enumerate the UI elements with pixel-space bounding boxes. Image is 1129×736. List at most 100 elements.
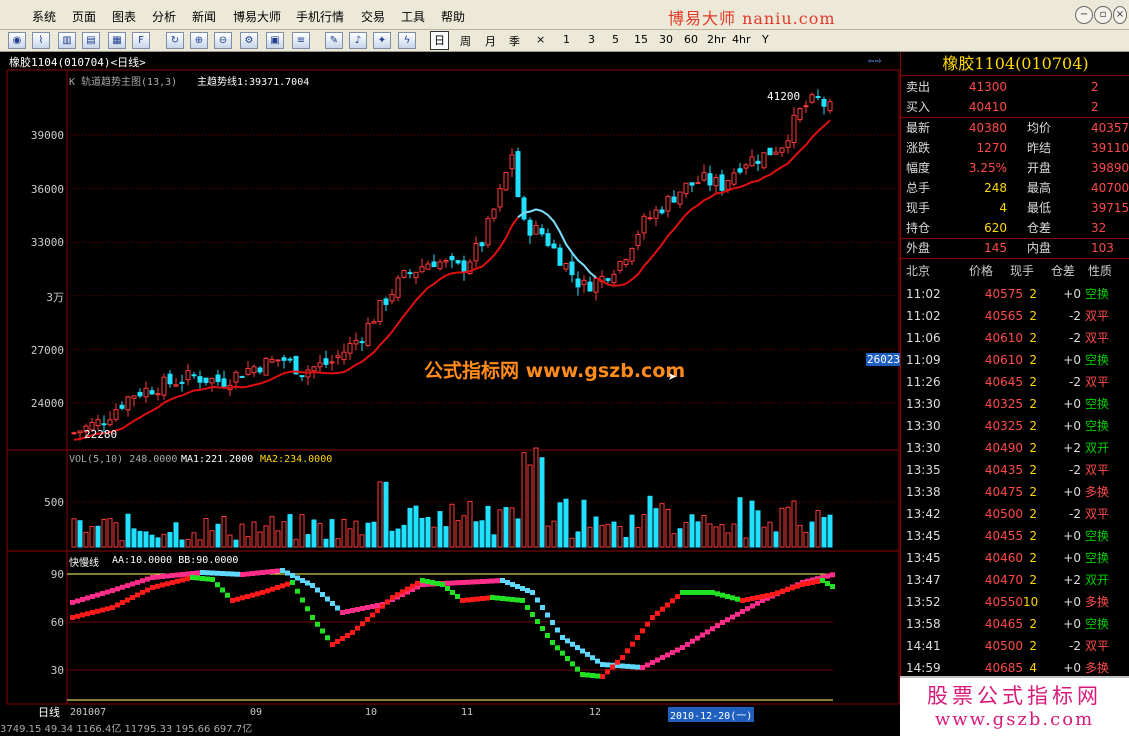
period-30min[interactable]: 30	[659, 33, 673, 46]
menu-item-page[interactable]: 页面	[72, 8, 96, 25]
trade-row[interactable]: 11:02 40565 2 -2 双平	[901, 305, 1129, 327]
refresh-icon[interactable]: ↻	[166, 32, 184, 49]
chart-canvas[interactable]	[0, 52, 900, 736]
alarm-icon[interactable]: ♪	[349, 32, 367, 49]
trade-type: 双平	[1085, 375, 1110, 389]
trade-row[interactable]: 13:30 40325 2 +0 空换	[901, 393, 1129, 415]
kd-slow-dot	[475, 579, 480, 585]
period-15min[interactable]: 15	[634, 33, 648, 46]
kd-fast-dot	[440, 582, 445, 587]
settings-icon[interactable]: ⚙	[240, 32, 258, 49]
trade-row[interactable]: 11:02 40575 2 +0 空换	[901, 283, 1129, 305]
menu-item-mobile[interactable]: 手机行情	[296, 8, 344, 25]
table-icon[interactable]: ▤	[82, 32, 100, 49]
trade-row[interactable]: 13:38 40475 2 +0 多换	[901, 481, 1129, 503]
restore-icon[interactable]: ▫	[1094, 6, 1112, 24]
trade-row[interactable]: 13:30 40325 2 +0 空换	[901, 415, 1129, 437]
date-axis-label: 09	[250, 707, 263, 718]
trade-row[interactable]: 13:52 40550 10 +0 多换	[901, 591, 1129, 613]
zoom-in-icon[interactable]: ⊕	[190, 32, 208, 49]
kd-slow-dot	[135, 579, 140, 585]
indicator-icon[interactable]: ≡	[292, 32, 310, 49]
period-5min[interactable]: 5	[612, 33, 619, 46]
period-3min[interactable]: 3	[588, 33, 595, 46]
trade-price: 40325	[984, 419, 1023, 433]
minimize-icon[interactable]: −	[1075, 6, 1093, 24]
trade-price: 40490	[984, 441, 1023, 455]
menu-item-boyi[interactable]: 博易大师	[233, 8, 281, 25]
window-icon[interactable]: ▣	[266, 32, 284, 49]
trade-row[interactable]: 13:42 40500 2 -2 双平	[901, 503, 1129, 525]
kd-slow-dot	[640, 665, 645, 670]
volume-bar	[557, 502, 563, 548]
period-2hr[interactable]: 2hr	[707, 33, 726, 46]
zoom-out-icon[interactable]: ⊖	[214, 32, 232, 49]
trade-row[interactable]: 13:45 40455 2 +0 空换	[901, 525, 1129, 547]
period-1min[interactable]: 1	[563, 33, 570, 46]
kd-panel-title: 快慢线	[69, 558, 99, 569]
trade-row[interactable]: 11:09 40610 2 +0 空换	[901, 349, 1129, 371]
menu-item-chart[interactable]: 图表	[112, 8, 136, 25]
trade-row[interactable]: 11:06 40610 2 -2 双平	[901, 327, 1129, 349]
menu-item-news[interactable]: 新闻	[192, 8, 216, 25]
line-chart-icon[interactable]: ⌇	[32, 32, 50, 49]
period-x[interactable]: ×	[536, 33, 545, 46]
kd-fast-dot	[650, 615, 655, 620]
period-season[interactable]: 季	[509, 33, 520, 49]
volume-bar	[197, 539, 203, 548]
period-week[interactable]: 周	[460, 33, 471, 49]
volume-bar	[395, 528, 401, 548]
period-month[interactable]: 月	[485, 33, 496, 49]
kd-slow-dot	[330, 601, 335, 606]
kd-slow-dot	[170, 573, 175, 578]
f10-icon[interactable]: F	[132, 32, 150, 49]
trade-time: 13:30	[906, 397, 941, 411]
kd-slow-dot	[500, 578, 505, 583]
trade-row[interactable]: 14:41 40500 2 -2 双平	[901, 635, 1129, 657]
candle-body	[401, 269, 407, 278]
kd-fast-dot	[585, 672, 590, 678]
period-60min[interactable]: 60	[684, 33, 698, 46]
trade-row[interactable]: 13:45 40460 2 +0 空换	[901, 547, 1129, 569]
period-day[interactable]: 日	[430, 31, 449, 50]
trade-row[interactable]: 13:30 40490 2 +2 双开	[901, 437, 1129, 459]
menu-item-tools[interactable]: 工具	[401, 8, 425, 25]
nav-arrows-icon[interactable]: ⇦⇨	[868, 54, 881, 67]
quote-row: 幅度 3.25% 开盘 39890	[901, 158, 1129, 178]
volume-bar	[353, 520, 359, 548]
candle-body	[161, 376, 167, 396]
kd-fast-dot	[75, 613, 80, 619]
kd-fast-dot	[640, 628, 645, 634]
candle-chart-icon[interactable]: ▥	[58, 32, 76, 49]
report-icon[interactable]: ▦	[108, 32, 126, 49]
menu-item-analysis[interactable]: 分析	[152, 8, 176, 25]
quote-list-icon[interactable]: ◉	[8, 32, 26, 49]
draw-icon[interactable]: ✎	[325, 32, 343, 49]
chart-area[interactable]: 橡胶1104(010704)<日线> ⇦⇨ K 轨道趋势主图(13,3) 主趋势…	[0, 52, 902, 736]
watermark: 公式指标网 www.gszb.com	[424, 360, 686, 382]
period-year[interactable]: Y	[762, 33, 769, 46]
ad-banner[interactable]: 股票公式指标网 www.gszb.com	[900, 676, 1129, 736]
kd-fast-dot	[275, 585, 280, 590]
period-4hr[interactable]: 4hr	[732, 33, 751, 46]
volume-bar	[443, 526, 449, 548]
trade-position-change: +2	[1063, 441, 1081, 455]
trade-type: 双平	[1085, 331, 1110, 345]
kd-slow-dot	[630, 664, 635, 670]
palette-icon[interactable]: ✦	[373, 32, 391, 49]
trade-row[interactable]: 13:58 40465 2 +0 空换	[901, 613, 1129, 635]
trade-row[interactable]: 13:35 40435 2 -2 双平	[901, 459, 1129, 481]
close-icon[interactable]: ×	[1113, 6, 1127, 24]
trade-row[interactable]: 13:47 40470 2 +2 双开	[901, 569, 1129, 591]
kd-slow-dot	[710, 626, 715, 632]
menu-item-system[interactable]: 系统	[32, 8, 56, 25]
menu-item-trade[interactable]: 交易	[361, 8, 385, 25]
kd-slow-dot	[100, 591, 105, 596]
candle-body	[797, 107, 803, 121]
lightning-icon[interactable]: ϟ	[398, 32, 416, 49]
trade-row[interactable]: 11:26 40645 2 -2 双平	[901, 371, 1129, 393]
kd-fast-dot	[120, 600, 125, 605]
menu-item-help[interactable]: 帮助	[441, 8, 465, 25]
candle-body	[695, 182, 701, 185]
kd-slow-dot	[490, 578, 495, 584]
